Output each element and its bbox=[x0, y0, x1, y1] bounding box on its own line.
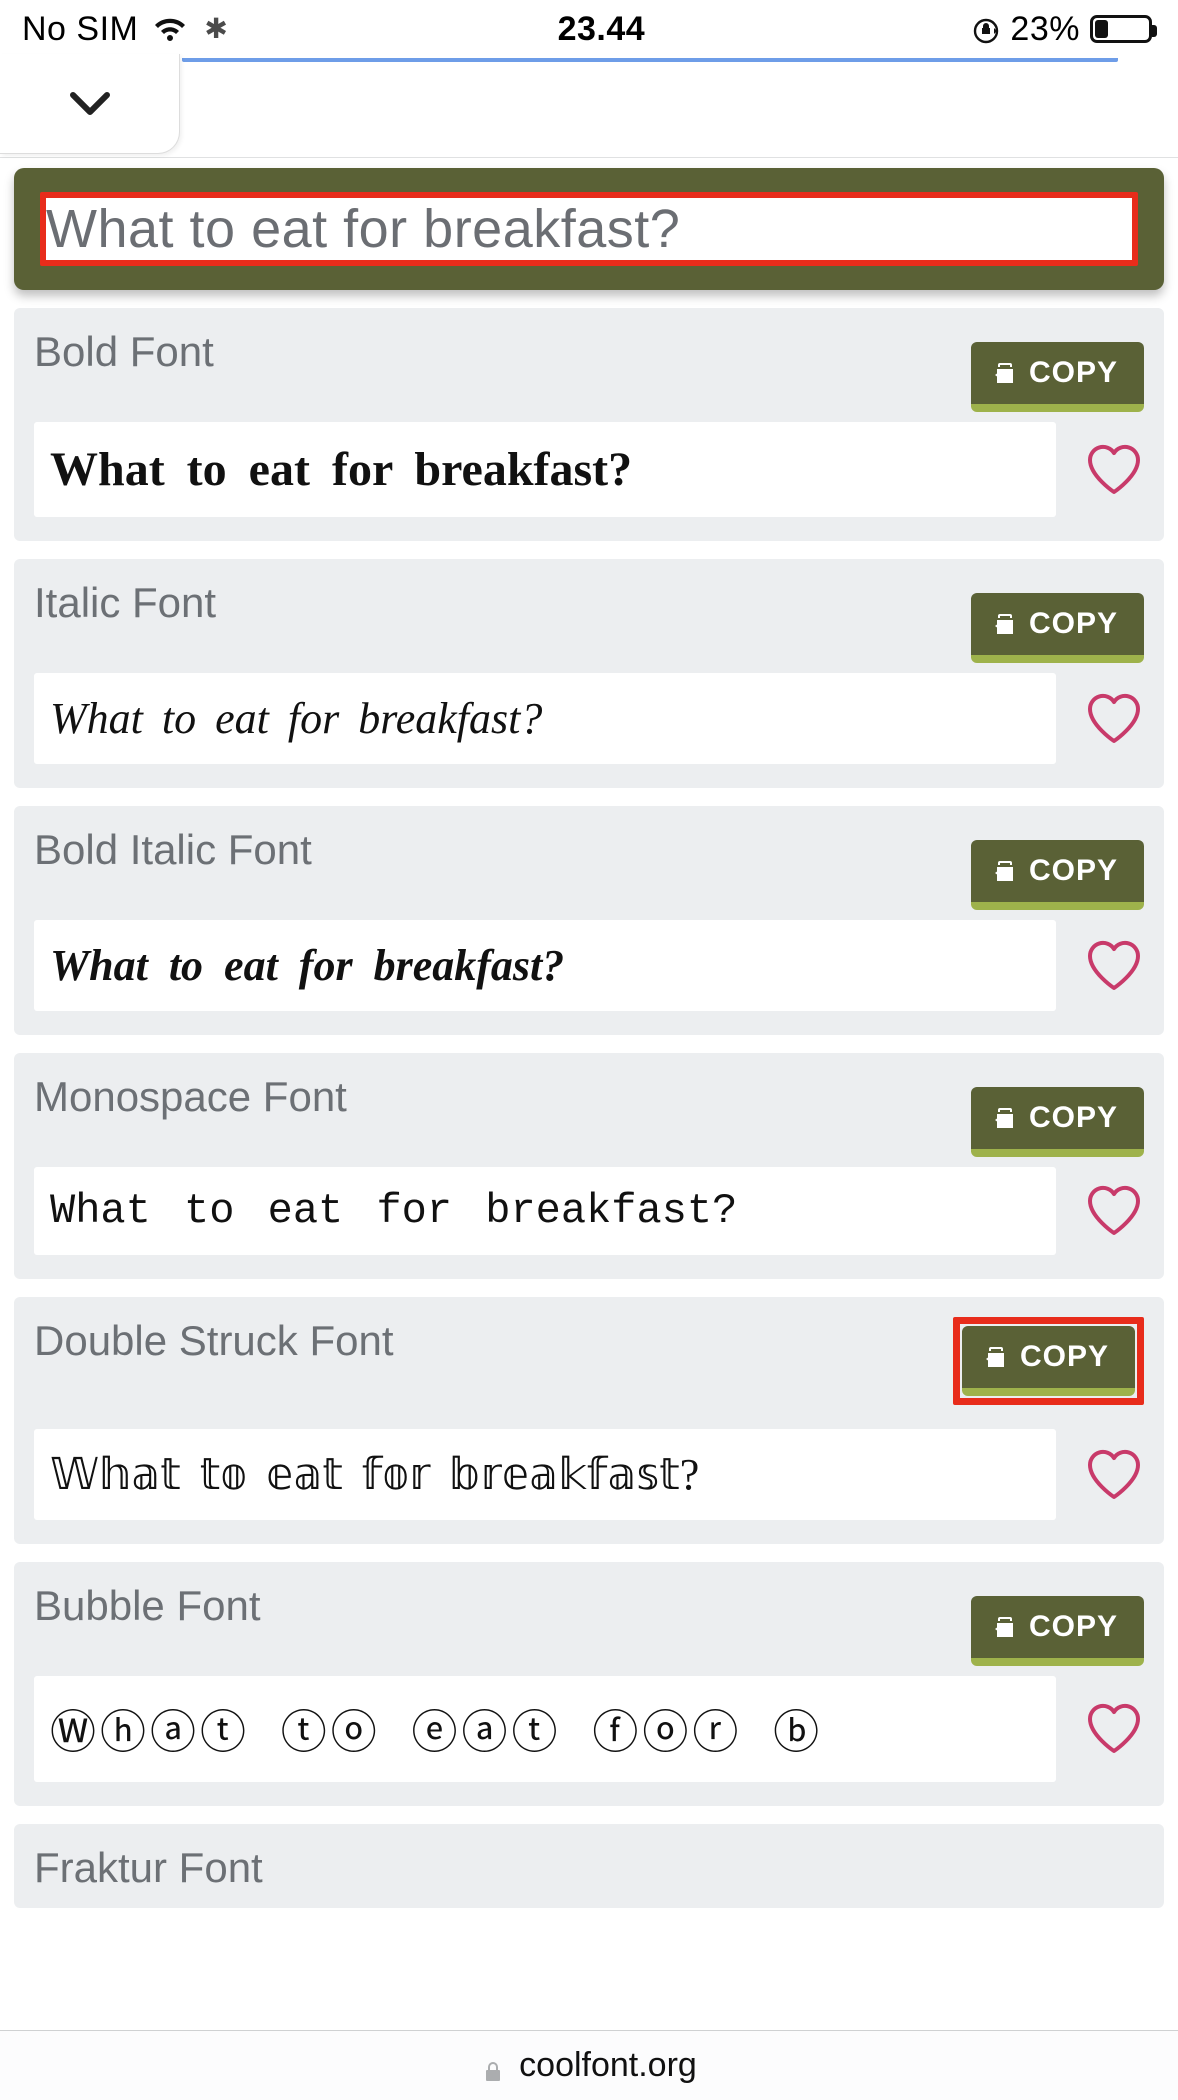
font-output[interactable]: What to eat for breakfast? bbox=[34, 1167, 1056, 1255]
font-card-fraktur: Fraktur Font bbox=[14, 1824, 1164, 1908]
collapse-button[interactable] bbox=[0, 54, 180, 154]
favorite-button[interactable] bbox=[1084, 936, 1144, 996]
chevron-down-icon bbox=[63, 77, 117, 131]
font-name-label: Bold Font bbox=[34, 328, 214, 376]
font-name-label: Fraktur Font bbox=[34, 1844, 263, 1892]
tab-indicator bbox=[182, 58, 1118, 62]
carrier-label: No SIM bbox=[22, 10, 138, 49]
battery-icon bbox=[1090, 15, 1152, 43]
copy-button[interactable]: COPY bbox=[971, 1087, 1144, 1157]
url-bar[interactable]: coolfont.org bbox=[0, 2030, 1178, 2100]
copy-label: COPY bbox=[1029, 1610, 1118, 1644]
font-name-label: Double Struck Font bbox=[34, 1317, 394, 1365]
font-card: Italic Font COPY What to eat for breakfa… bbox=[14, 559, 1164, 788]
favorite-button[interactable] bbox=[1084, 1445, 1144, 1505]
input-container bbox=[14, 168, 1164, 290]
browser-chrome-row bbox=[0, 58, 1178, 158]
font-output[interactable]: What to eat for breakfast? bbox=[34, 920, 1056, 1011]
clipboard-icon bbox=[991, 857, 1019, 885]
font-card: Bubble Font COPY Ⓦⓗⓐⓣ ⓣⓞ ⓔⓐⓣ ⓕⓞⓡ ⓑ bbox=[14, 1562, 1164, 1806]
copy-button[interactable]: COPY bbox=[971, 342, 1144, 412]
clipboard-icon bbox=[982, 1343, 1010, 1371]
copy-button[interactable]: COPY bbox=[971, 593, 1144, 663]
font-output[interactable]: Ⓦⓗⓐⓣ ⓣⓞ ⓔⓐⓣ ⓕⓞⓡ ⓑ bbox=[34, 1676, 1056, 1782]
copy-button[interactable]: COPY bbox=[962, 1326, 1135, 1396]
lock-icon bbox=[481, 2054, 505, 2078]
copy-button[interactable]: COPY bbox=[971, 840, 1144, 910]
font-name-label: Bubble Font bbox=[34, 1582, 261, 1630]
url-text: coolfont.org bbox=[519, 2046, 697, 2085]
status-left: No SIM ✱ bbox=[22, 10, 230, 49]
font-output[interactable]: What to eat for breakfast? bbox=[34, 422, 1056, 517]
font-name-label: Monospace Font bbox=[34, 1073, 347, 1121]
copy-label: COPY bbox=[1029, 607, 1118, 641]
font-output[interactable]: What to eat for breakfast? bbox=[34, 673, 1056, 764]
copy-label: COPY bbox=[1029, 1101, 1118, 1135]
font-output[interactable]: 𝕎𝕙𝕒𝕥 𝕥𝕠 𝕖𝕒𝕥 𝕗𝕠𝕣 𝕓𝕣𝕖𝕒𝕜𝕗𝕒𝕤𝕥? bbox=[34, 1429, 1056, 1520]
copy-label: COPY bbox=[1029, 356, 1118, 390]
font-name-label: Bold Italic Font bbox=[34, 826, 312, 874]
page-content: Bold Font COPY What to eat for breakfast… bbox=[0, 158, 1178, 2030]
font-card: Double Struck Font COPY 𝕎𝕙𝕒𝕥 𝕥𝕠 𝕖𝕒𝕥 𝕗𝕠𝕣 … bbox=[14, 1297, 1164, 1544]
wifi-icon bbox=[152, 15, 188, 43]
copy-label: COPY bbox=[1029, 854, 1118, 888]
favorite-button[interactable] bbox=[1084, 689, 1144, 749]
orientation-lock-icon bbox=[972, 15, 1000, 43]
text-input[interactable] bbox=[46, 198, 1132, 260]
favorite-button[interactable] bbox=[1084, 1181, 1144, 1241]
font-name-label: Italic Font bbox=[34, 579, 216, 627]
status-right: 23% bbox=[972, 10, 1152, 49]
clock: 23.44 bbox=[558, 10, 646, 49]
clipboard-icon bbox=[991, 1613, 1019, 1641]
status-bar: No SIM ✱ 23.44 23% bbox=[0, 0, 1178, 58]
battery-pct: 23% bbox=[1010, 10, 1080, 49]
clipboard-icon bbox=[991, 1104, 1019, 1132]
font-card: Monospace Font COPY What to eat for brea… bbox=[14, 1053, 1164, 1279]
font-card: Bold Italic Font COPY What to eat for br… bbox=[14, 806, 1164, 1035]
copy-label: COPY bbox=[1020, 1340, 1109, 1374]
text-input-row bbox=[40, 192, 1138, 266]
loading-spinner-icon: ✱ bbox=[202, 15, 230, 43]
favorite-button[interactable] bbox=[1084, 1699, 1144, 1759]
copy-button[interactable]: COPY bbox=[971, 1596, 1144, 1666]
clipboard-icon bbox=[991, 610, 1019, 638]
font-card: Bold Font COPY What to eat for breakfast… bbox=[14, 308, 1164, 541]
clipboard-icon bbox=[991, 359, 1019, 387]
favorite-button[interactable] bbox=[1084, 440, 1144, 500]
highlight-box: COPY bbox=[953, 1317, 1144, 1405]
